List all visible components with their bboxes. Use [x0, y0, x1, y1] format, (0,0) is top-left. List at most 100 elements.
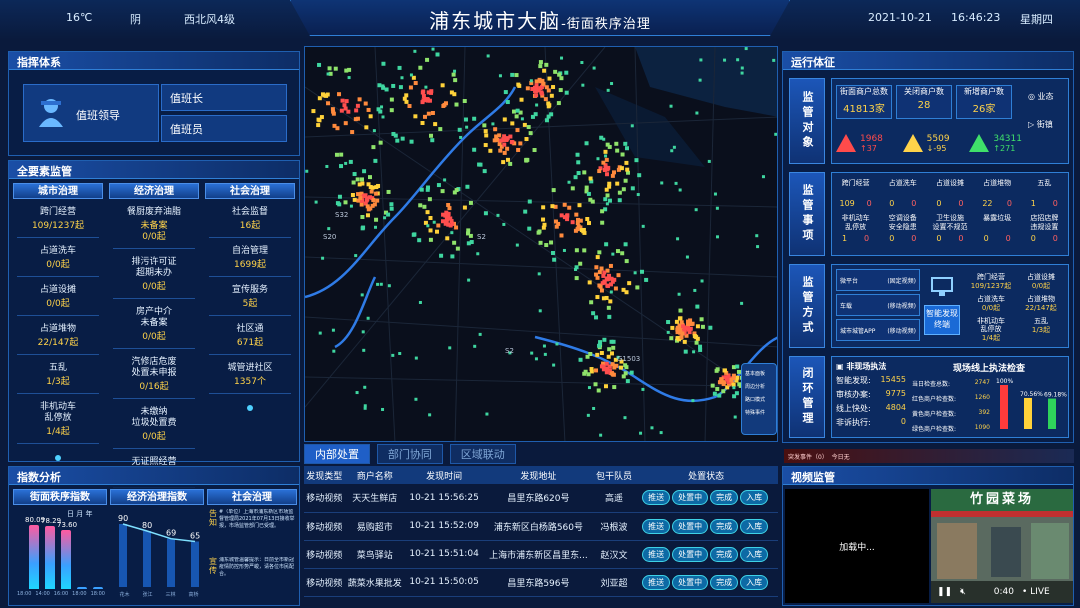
method-source[interactable]: 城市城管APP (移动视频) — [836, 319, 920, 341]
method-stat[interactable]: 跨门经营 109/1237起 — [966, 273, 1016, 291]
heat-point — [530, 351, 534, 355]
element-item[interactable]: 社区通 671起 — [205, 324, 295, 349]
status-step[interactable]: 完成 — [710, 574, 739, 590]
status-step[interactable]: 推送 — [642, 546, 671, 562]
pager-dot[interactable] — [247, 405, 253, 411]
element-item[interactable]: 跨门经营 109/1237起 — [13, 207, 103, 232]
status-step[interactable]: 入库 — [740, 574, 769, 590]
element-item[interactable]: 城管进社区 1357个 — [205, 363, 295, 388]
legend-item[interactable]: 基本面板 — [745, 370, 773, 377]
online-stat[interactable]: 当日检查总数: 2747 — [912, 379, 990, 388]
method-source[interactable]: 微平台 (固定视频) — [836, 269, 920, 291]
table-row[interactable]: 移动视频 菜鸟驿站 10-21 15:51:04 上海市浦东新区昌里东... 赵汉文 推送… — [304, 540, 778, 569]
online-stat[interactable]: 黄色商户检查数: 392 — [912, 409, 990, 418]
legend-item[interactable]: 周边分析 — [745, 383, 773, 390]
status-step[interactable]: 完成 — [710, 518, 739, 534]
status-step[interactable]: 入库 — [740, 546, 769, 562]
method-stat[interactable]: 五乱 1/3起 — [1016, 317, 1066, 343]
status-step[interactable]: 入库 — [740, 518, 769, 534]
element-item[interactable]: 排污许可证 超期未办 0/0起 — [109, 257, 199, 293]
issue-item[interactable]: 五乱 1 0 — [1022, 179, 1066, 208]
heat-point — [609, 290, 613, 294]
method-stat[interactable]: 占道洗车 0/0起 — [966, 295, 1016, 313]
legend-item[interactable]: 路口模式 — [745, 396, 773, 403]
chief-cell[interactable]: 值班长 — [161, 84, 287, 111]
online-stat[interactable]: 红色商户检查数: 1260 — [912, 394, 990, 403]
table-row[interactable]: 移动视频 易购超市 10-21 15:52:09 浦东新区白杨路560号 冯根波 推送 处置… — [304, 512, 778, 541]
status-step[interactable]: 推送 — [642, 490, 671, 506]
heat-point — [314, 200, 318, 204]
status-step[interactable]: 完成 — [710, 546, 739, 562]
alert-stat[interactable]: 5509 ↓-95 — [902, 127, 950, 159]
new-merchants[interactable]: 新增商户数 26家 — [956, 85, 1012, 119]
closed-merchants[interactable]: 关闭商户数 28 — [896, 85, 952, 119]
element-item[interactable]: 非机动车 乱停放 1/4起 — [13, 402, 103, 438]
map-legend[interactable]: 基本面板 周边分析 路口模式 特殊事件 — [741, 363, 777, 435]
status-step[interactable]: 入库 — [740, 490, 769, 506]
status-step[interactable]: 完成 — [710, 490, 739, 506]
offsite-stat[interactable]: 智能发现: 15455 — [836, 375, 906, 386]
smart-terminal[interactable]: 智能发现 终端 — [924, 305, 960, 335]
element-item[interactable]: 占道堆物 22/147起 — [13, 324, 103, 349]
heat-point — [339, 152, 344, 157]
element-item[interactable]: 占道设摊 0/0起 — [13, 285, 103, 310]
tab-internal[interactable]: 内部处置 — [304, 444, 370, 464]
element-item[interactable]: 社会监督 16起 — [205, 207, 295, 232]
table-row[interactable]: 移动视频 天天生鲜店 10-21 15:56:25 昌里东路620号 高遥 推送 处置中 完成… — [304, 484, 778, 513]
element-item[interactable]: 宣传服务 5起 — [205, 285, 295, 310]
issue-item[interactable]: 空调设备 安全隐患 0 0 — [881, 214, 925, 243]
element-item[interactable]: 房产中介 未备案 0/0起 — [109, 307, 199, 343]
total-merchants[interactable]: 街面商户总数 41813家 — [836, 85, 892, 119]
heat-map[interactable]: S20 S2 S32 G1503 S2 基本面板 周边分析 路口模式 特殊事件 — [304, 46, 778, 442]
side-towns[interactable]: ▷ 街镇 — [1028, 119, 1053, 130]
method-source[interactable]: 车载 (移动视频) — [836, 294, 920, 316]
issue-item[interactable]: 占道洗车 0 0 — [881, 179, 925, 208]
issue-item[interactable]: 占道设摊 0 0 — [928, 179, 972, 208]
staff-cell[interactable]: 值班员 — [161, 115, 287, 142]
issue-item[interactable]: 店招店牌 违规设置 0 0 — [1022, 214, 1066, 243]
issue-item[interactable]: 非机动车 乱停放 1 0 — [834, 214, 878, 243]
tab-econ-index[interactable]: 经济治理指数 — [110, 489, 204, 505]
offsite-stat[interactable]: 线上快处: 4804 — [836, 403, 906, 414]
tab-region[interactable]: 区域联动 — [449, 444, 516, 464]
issue-item[interactable]: 暴露垃圾 0 0 — [975, 214, 1019, 243]
leader-card[interactable]: 值班领导 — [23, 84, 159, 142]
tab-social-index[interactable]: 社会治理 — [207, 489, 297, 505]
legend-item[interactable]: 特殊事件 — [745, 409, 773, 416]
status-step[interactable]: 推送 — [642, 574, 671, 590]
issue-item[interactable]: 跨门经营 109 0 — [834, 179, 878, 208]
heat-point — [343, 106, 348, 111]
element-item[interactable]: 汽修店危废 处置未申报 0/16起 — [109, 357, 199, 393]
heat-point — [508, 161, 513, 166]
video-loading[interactable]: 加载中... — [785, 489, 929, 603]
offsite-stat[interactable]: 非诉执行: 0 — [836, 417, 906, 428]
alert-stat[interactable]: 1968 ↑37 — [836, 127, 883, 159]
element-item[interactable]: 餐厨废弃油脂 未备案 0/0起 — [109, 207, 199, 243]
method-stat[interactable]: 占道堆物 22/147起 — [1016, 295, 1066, 313]
status-step[interactable]: 处置中 — [672, 518, 709, 534]
status-step[interactable]: 处置中 — [672, 490, 709, 506]
online-stat[interactable]: 绿色商户检查数: 1090 — [912, 424, 990, 433]
status-step[interactable]: 处置中 — [672, 574, 709, 590]
method-stat[interactable]: 占道设摊 0/0起 — [1016, 273, 1066, 291]
element-item[interactable]: 未缴纳 垃圾处置费 0/0起 — [109, 407, 199, 443]
element-item[interactable]: 自治管理 1699起 — [205, 246, 295, 271]
issue-item[interactable]: 卫生设施 设置不规范 0 0 — [928, 214, 972, 243]
status-step[interactable]: 处置中 — [672, 546, 709, 562]
element-item[interactable]: 占道洗车 0/0起 — [13, 246, 103, 271]
tab-street-index[interactable]: 街面秩序指数 — [13, 489, 107, 505]
video-player[interactable]: 竹园菜场 ❚❚ 🔇︎ 0:40 • LIVE — [931, 489, 1073, 603]
element-item[interactable]: 五乱 1/3起 — [13, 363, 103, 388]
row-type: 移动视频 — [304, 512, 345, 541]
mute-icon[interactable]: 🔇︎ — [960, 587, 966, 597]
issue-item[interactable]: 占道堆物 22 0 — [975, 179, 1019, 208]
status-step[interactable]: 推送 — [642, 518, 671, 534]
method-stat[interactable]: 非机动车 乱停放 1/4起 — [966, 317, 1016, 343]
tab-department[interactable]: 部门协同 — [376, 444, 443, 464]
offsite-stat[interactable]: 审核办案: 9775 — [836, 389, 906, 400]
table-row[interactable]: 移动视频 蔬菜水果批发 10-21 15:50:05 昌里东路596号 刘亚超 推送 处置中… — [304, 568, 778, 597]
alert-stat[interactable]: 34311 ↑271 — [969, 127, 1022, 159]
side-business[interactable]: ◎ 业态 — [1028, 91, 1054, 102]
pause-icon[interactable]: ❚❚ — [937, 587, 952, 597]
pager-dot[interactable] — [55, 455, 61, 461]
